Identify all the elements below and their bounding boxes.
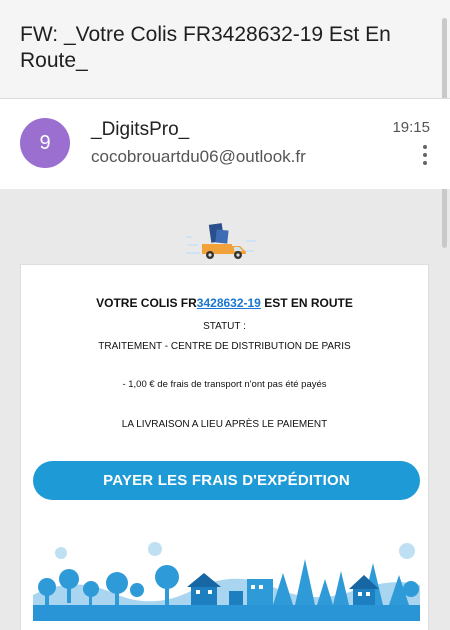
- more-vert-icon[interactable]: [422, 145, 428, 165]
- sender-address: cocobrouartdu06@outlook.fr: [91, 147, 306, 166]
- avatar-letter: 9: [39, 131, 51, 154]
- statut-value: TRAITEMENT - CENTRE DE DISTRIBUTION DE P…: [98, 341, 351, 352]
- fees-notice: - 1,00 € de frais de transport n'ont pas…: [122, 379, 327, 390]
- parcel-status-title: VOTRE COLIS FR3428632-19 EST EN ROUTE: [96, 296, 353, 310]
- sender-name[interactable]: _DigitsPro_: [91, 119, 189, 141]
- subject-bar: FW: _Votre Colis FR3428632-19 Est En Rou…: [0, 0, 450, 98]
- sender-avatar[interactable]: 9: [20, 118, 70, 168]
- statut-label: STATUT :: [203, 321, 246, 332]
- tracking-number-link[interactable]: 3428632-19: [197, 296, 261, 310]
- delivery-truck-icon: [186, 223, 256, 259]
- email-header: 9 _DigitsPro_ cocobrouartdu06@outlook.fr…: [0, 99, 450, 189]
- delivery-notice: LA LIVRAISON A LIEU APRÈS LE PAIEMENT: [121, 419, 328, 430]
- pay-shipping-fees-button[interactable]: PAYER LES FRAIS D'EXPÉDITION: [33, 461, 420, 500]
- email-subject: FW: _Votre Colis FR3428632-19 Est En Rou…: [20, 23, 391, 72]
- email-time: 19:15: [392, 119, 430, 136]
- town-landscape-illustration: [33, 535, 420, 621]
- message-card: VOTRE COLIS FR3428632-19 EST EN ROUTE ST…: [20, 264, 429, 630]
